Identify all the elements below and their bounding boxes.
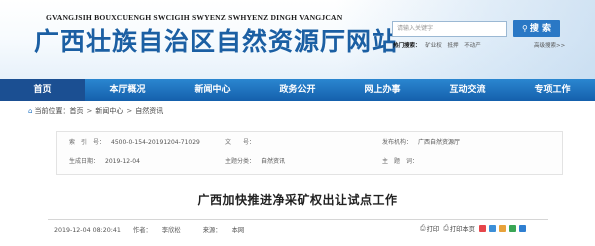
hot-search-link[interactable]: 矿业权: [425, 43, 442, 49]
meta-index-value: 4500-0-154-20191204-71029: [111, 139, 200, 146]
print-page-label: 打印本页: [449, 226, 475, 233]
meta-category: 主题分类： 自然资讯: [225, 156, 285, 168]
meta-topic: 主 题 词：: [382, 156, 424, 168]
article-title: 广西加快推进净采矿权出让试点工作: [197, 193, 398, 207]
nav-item-news[interactable]: 新闻中心: [170, 79, 255, 101]
article-author-value: 李欣松: [161, 227, 181, 234]
article-source-label: 来源：: [202, 227, 222, 234]
search-input[interactable]: 请输入关键字: [392, 21, 507, 37]
hot-search: 热门搜索： 矿业权 抵押 不动产: [393, 41, 485, 49]
meta-topic-label: 主 题 词：: [382, 158, 419, 165]
meta-publisher: 发布机构： 广西自然资源厅: [382, 137, 460, 149]
share-qzone-icon[interactable]: [489, 225, 496, 232]
article-metadata: 索 引 号： 4500-0-154-20191204-71029 文 号： 发布机…: [56, 131, 563, 175]
home-icon: ⌂: [28, 107, 33, 115]
meta-index-label: 索 引 号：: [69, 139, 106, 146]
share-qq-icon[interactable]: [499, 225, 506, 232]
hot-search-link[interactable]: 不动产: [464, 43, 481, 49]
main-nav: 首页 本厅概况 新闻中心 政务公开 网上办事 互动交流 专项工作: [0, 79, 595, 101]
divider: [48, 219, 548, 220]
advanced-search-link[interactable]: 高级搜索>>: [534, 41, 565, 49]
breadcrumb-item[interactable]: 新闻中心: [95, 107, 123, 115]
meta-docno: 文 号：: [225, 137, 261, 149]
meta-publisher-value: 广西自然资源厅: [418, 139, 461, 146]
article-source: 来源： 本网: [203, 227, 254, 234]
breadcrumb-separator: >: [126, 107, 133, 115]
print-page-button[interactable]: ⎙ 打印本页: [443, 224, 475, 233]
share-more-icon[interactable]: [519, 225, 526, 232]
article-source-value: 本网: [231, 227, 245, 234]
hot-search-link[interactable]: 抵押: [448, 43, 459, 49]
breadcrumb-separator: >: [86, 107, 93, 115]
breadcrumb-item[interactable]: 首页: [69, 107, 83, 115]
meta-category-label: 主题分类：: [225, 158, 256, 165]
nav-item-home[interactable]: 首页: [0, 79, 85, 101]
breadcrumb-label: 当前位置：: [34, 107, 70, 115]
breadcrumb: ⌂ 当前位置：首页 > 新闻中心 > 自然资讯: [28, 106, 163, 116]
share-wechat-icon[interactable]: [509, 225, 516, 232]
article-author-label: 作者：: [132, 227, 152, 234]
nav-item-special-work[interactable]: 专项工作: [510, 79, 595, 101]
site-header: GVANGJSIH BOUXCUENGH SWCIGIH SWYENZ SWHY…: [0, 0, 595, 79]
meta-category-value: 自然资讯: [261, 158, 286, 165]
article-datetime: 2019-12-04 08:20:41: [54, 227, 121, 234]
search-button[interactable]: ⚲ 搜 索: [513, 20, 560, 37]
meta-docno-label: 文 号：: [225, 139, 256, 146]
nav-item-online-services[interactable]: 网上办事: [340, 79, 425, 101]
hot-search-label: 热门搜索：: [393, 43, 421, 49]
meta-date-value: 2019-12-04: [105, 158, 140, 165]
share-weibo-icon[interactable]: [479, 225, 486, 232]
printer-icon: ⎙: [443, 224, 449, 232]
meta-date-label: 生成日期：: [69, 158, 100, 165]
site-pinyin-title: GVANGJSIH BOUXCUENGH SWCIGIH SWYENZ SWHY…: [46, 13, 343, 22]
meta-publisher-label: 发布机构：: [382, 139, 413, 146]
print-label: 打印: [426, 226, 440, 233]
nav-item-open-government[interactable]: 政务公开: [255, 79, 340, 101]
article-author: 作者： 李欣松: [133, 227, 191, 234]
printer-icon: ⎙: [420, 224, 426, 232]
article-info: 2019-12-04 08:20:41 作者： 李欣松 来源： 本网: [54, 225, 264, 234]
search-button-label: 搜 索: [529, 24, 551, 34]
print-button[interactable]: ⎙ 打印: [420, 224, 439, 233]
nav-item-about[interactable]: 本厅概况: [85, 79, 170, 101]
breadcrumb-item[interactable]: 自然资讯: [135, 107, 163, 115]
article-tools: ⎙ 打印 ⎙ 打印本页: [420, 224, 529, 233]
meta-index: 索 引 号： 4500-0-154-20191204-71029: [69, 137, 200, 149]
search-icon: ⚲: [522, 24, 528, 33]
nav-item-interaction[interactable]: 互动交流: [425, 79, 510, 101]
meta-date: 生成日期： 2019-12-04: [69, 156, 140, 168]
site-title[interactable]: 广西壮族自治区自然资源厅网站: [34, 22, 398, 58]
